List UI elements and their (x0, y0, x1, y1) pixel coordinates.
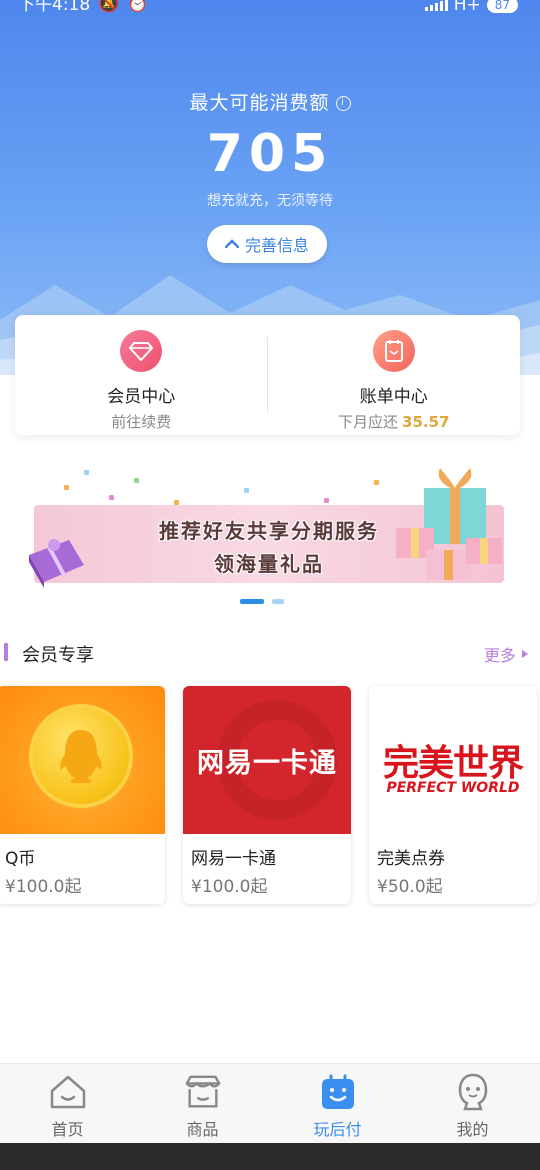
qq-coin-image (0, 686, 165, 834)
info-icon[interactable]: i (335, 96, 351, 111)
product-card-perfect-world[interactable]: 完美世界 PERFECT WORLD 完美点券 ¥50.0起 (369, 686, 537, 904)
product-card-netease[interactable]: 网易一卡通 网易一卡通 ¥100.0起 (183, 686, 351, 904)
carousel-dot-active (240, 599, 264, 604)
arrow-right-icon (522, 650, 528, 658)
battery-icon: 87 (486, 0, 518, 13)
perfect-world-logo-cn: 完美世界 (382, 743, 524, 784)
product-price: ¥100.0起 (191, 877, 268, 897)
card-subtitle: 前往续费 (111, 413, 172, 431)
card-title: 账单中心 (359, 387, 428, 407)
diamond-icon (120, 330, 163, 372)
status-time: 下午4:18 (18, 0, 91, 15)
banner-title: 推荐好友共享分期服务 (159, 519, 379, 543)
chevron-up-icon (224, 239, 239, 249)
product-list: Q币 ¥100.0起 网易一卡通 网易一卡通 ¥100.0起 完美世界 PERF… (0, 686, 540, 904)
store-icon (183, 1072, 223, 1112)
product-name: 完美点券 (377, 849, 445, 869)
product-card-qcoin[interactable]: Q币 ¥100.0起 (0, 686, 165, 904)
product-name: 网易一卡通 (191, 849, 276, 869)
banner-subtitle: 领海量礼品 (214, 552, 324, 576)
complete-info-button[interactable]: 完善信息 (207, 225, 327, 263)
signal-icon (424, 0, 448, 11)
perfect-world-logo-en: PERFECT WORLD (386, 780, 520, 796)
nav-play-later[interactable]: 玩后付 (270, 1064, 405, 1143)
bill-center-card[interactable]: 账单中心 下月应还 35.57 (268, 315, 521, 435)
product-price: ¥100.0起 (5, 877, 82, 897)
alarm-icon: ⏰ (127, 0, 149, 14)
limit-subtitle: 想充就充，无须等待 (207, 193, 333, 209)
bill-icon (372, 330, 415, 372)
bill-amount: 35.57 (402, 413, 450, 431)
netease-card-image: 网易一卡通 (183, 686, 351, 834)
limit-label: 最大可能消费额 i (0, 88, 540, 115)
promo-banner[interactable]: 推荐好友共享分期服务 领海量礼品 (24, 460, 504, 590)
status-bar: 下午4:18 🔕 ⏰ H+ 87 (0, 0, 540, 18)
product-name: Q币 (5, 849, 36, 869)
more-link[interactable]: 更多 (484, 642, 528, 666)
nav-profile[interactable]: 我的 (405, 1064, 540, 1143)
card-subtitle: 下月应还 35.57 (338, 413, 450, 431)
qq-penguin-icon (60, 730, 102, 783)
mute-icon: 🔕 (98, 0, 120, 14)
profile-icon (453, 1072, 493, 1112)
member-center-card[interactable]: 会员中心 前往续费 (15, 315, 268, 435)
network-type: H+ (453, 0, 481, 15)
section-title: 会员专享 (22, 645, 94, 666)
section-accent-bar (4, 643, 8, 661)
product-price: ¥50.0起 (377, 877, 443, 897)
netease-logo-text: 网易一卡通 (197, 747, 337, 779)
carousel-dot (272, 599, 284, 604)
bottom-nav: 首页 商品 玩后付 我的 (0, 1063, 540, 1143)
carousel-indicator (240, 599, 284, 604)
system-nav-bar (0, 1143, 540, 1170)
home-icon (48, 1072, 88, 1112)
bag-icon (318, 1072, 358, 1112)
limit-value: 705 (206, 124, 334, 184)
card-title: 会员中心 (107, 387, 176, 407)
perfect-world-image: 完美世界 PERFECT WORLD (369, 686, 537, 834)
nav-home[interactable]: 首页 (0, 1064, 135, 1143)
nav-products[interactable]: 商品 (135, 1064, 270, 1143)
service-cards: 会员中心 前往续费 账单中心 下月应还 35.57 (15, 315, 520, 435)
